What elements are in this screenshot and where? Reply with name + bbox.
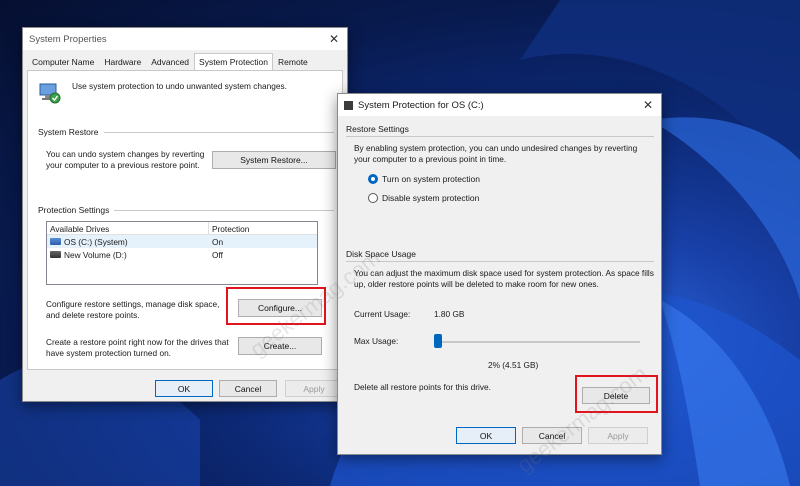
system-protection-panel: Use system protection to undo unwanted s… — [27, 70, 343, 370]
configure-text: Configure restore settings, manage disk … — [46, 299, 220, 320]
radio-selected-icon — [368, 174, 378, 184]
delete-highlight-box — [575, 375, 658, 413]
drives-list[interactable]: Available Drives Protection OS (C:) (Sys… — [46, 221, 318, 285]
tab-computer-name[interactable]: Computer Name — [27, 53, 99, 71]
system-properties-window: System Properties ✕ Computer Name Hardwa… — [22, 27, 348, 402]
create-button[interactable]: Create... — [238, 337, 322, 355]
disable-label: Disable system protection — [382, 193, 480, 203]
table-row[interactable]: OS (C:) (System) On — [47, 235, 317, 248]
divider — [114, 210, 334, 211]
drives-list-header: Available Drives Protection — [47, 222, 317, 235]
cancel-button[interactable]: Cancel — [219, 380, 277, 397]
system-restore-description: You can undo system changes by reverting… — [46, 149, 205, 170]
intro-text: Use system protection to undo unwanted s… — [72, 81, 287, 91]
ok-button[interactable]: OK — [456, 427, 516, 444]
divider — [346, 261, 654, 262]
close-icon[interactable]: ✕ — [321, 28, 347, 50]
configure-highlight-box — [226, 287, 326, 325]
table-row[interactable]: New Volume (D:) Off — [47, 248, 317, 261]
current-usage-label: Current Usage: — [354, 309, 411, 319]
disable-protection-radio[interactable]: Disable system protection — [368, 193, 479, 203]
apply-button[interactable]: Apply — [588, 427, 648, 444]
tab-advanced[interactable]: Advanced — [146, 53, 194, 71]
disk-space-heading: Disk Space Usage — [346, 249, 416, 259]
restore-settings-description: By enabling system protection, you can u… — [354, 143, 638, 164]
apply-button[interactable]: Apply — [285, 380, 343, 397]
tab-bar: Computer Name Hardware Advanced System P… — [23, 50, 347, 71]
system-protection-icon — [38, 81, 62, 105]
divider — [346, 136, 654, 137]
tab-remote[interactable]: Remote — [273, 53, 313, 71]
disk-space-description: You can adjust the maximum disk space us… — [354, 268, 654, 289]
delete-text: Delete all restore points for this drive… — [354, 382, 491, 392]
column-header-available-drives[interactable]: Available Drives — [47, 222, 209, 234]
radio-unselected-icon — [368, 193, 378, 203]
restore-settings-heading: Restore Settings — [346, 124, 409, 134]
max-usage-slider-track[interactable] — [438, 341, 640, 343]
drive-name: New Volume (D:) — [64, 249, 127, 260]
dialog-titlebar: System Protection for OS (C:) ✕ — [338, 94, 661, 116]
shield-app-icon — [344, 100, 353, 110]
drive-cell: OS (C:) (System) — [47, 237, 209, 247]
create-text: Create a restore point right now for the… — [46, 337, 229, 358]
turn-on-protection-radio[interactable]: Turn on system protection — [368, 174, 480, 184]
close-icon[interactable]: ✕ — [635, 94, 661, 116]
tab-system-protection[interactable]: System Protection — [194, 53, 274, 71]
current-usage-value: 1.80 GB — [434, 309, 465, 319]
tab-hardware[interactable]: Hardware — [99, 53, 146, 71]
turn-on-label: Turn on system protection — [382, 174, 480, 184]
column-header-protection[interactable]: Protection — [209, 222, 252, 234]
window-title: System Properties — [29, 33, 107, 45]
system-properties-titlebar: System Properties ✕ — [23, 28, 347, 50]
protection-status: On — [212, 236, 224, 247]
protection-settings-heading: Protection Settings — [38, 205, 110, 215]
volume-drive-icon — [50, 251, 61, 258]
os-drive-icon — [50, 238, 61, 245]
ok-button[interactable]: OK — [155, 380, 213, 397]
protection-status: Off — [212, 249, 223, 260]
system-restore-button[interactable]: System Restore... — [212, 151, 336, 169]
drive-name: OS (C:) (System) — [64, 236, 128, 247]
system-restore-heading: System Restore — [38, 127, 99, 137]
max-usage-slider-thumb[interactable] — [434, 334, 442, 348]
max-usage-readout: 2% (4.51 GB) — [488, 360, 539, 370]
cancel-button[interactable]: Cancel — [522, 427, 582, 444]
dialog-title: System Protection for OS (C:) — [358, 99, 484, 111]
max-usage-label: Max Usage: — [354, 336, 399, 346]
divider — [104, 132, 334, 133]
drive-cell: New Volume (D:) — [47, 250, 209, 260]
